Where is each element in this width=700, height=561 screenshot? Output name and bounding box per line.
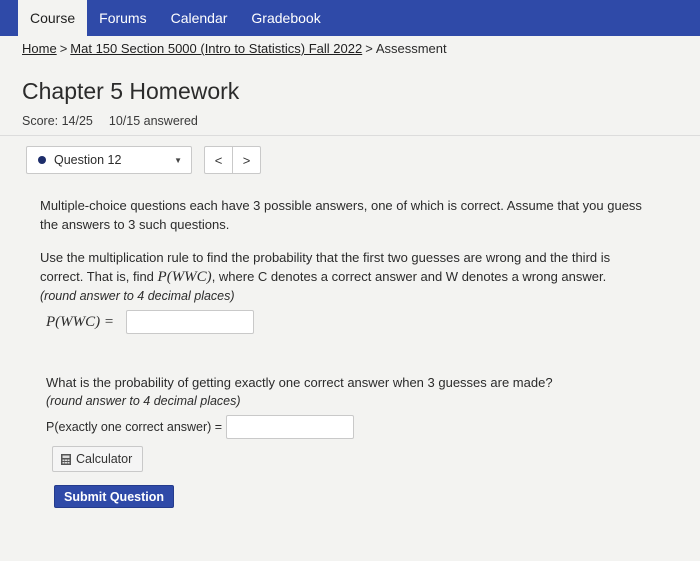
header-divider: [0, 135, 700, 136]
part2-hint: (round answer to 4 decimal places): [46, 394, 241, 408]
breadcrumb: Home > Mat 150 Section 5000 (Intro to Stat…: [22, 41, 447, 56]
part2-text: What is the probability of getting exact…: [46, 375, 553, 390]
tab-course[interactable]: Course: [18, 0, 88, 36]
part1-answer-input[interactable]: [126, 310, 255, 334]
breadcrumb-current: Assessment: [375, 41, 447, 56]
question-part-2: What is the probability of getting exact…: [46, 373, 646, 439]
breadcrumb-home-link[interactable]: Home: [22, 41, 57, 56]
part2-label: P(exactly one correct answer) =: [46, 419, 223, 434]
next-question-button[interactable]: >: [232, 147, 260, 173]
submit-question-button[interactable]: Submit Question: [54, 485, 174, 508]
question-pager: < >: [204, 146, 261, 174]
tab-calendar[interactable]: Calendar: [159, 0, 240, 36]
breadcrumb-course-link[interactable]: Mat 150 Section 5000 (Intro to Statistic…: [70, 41, 362, 56]
question-body: Multiple-choice questions each have 3 po…: [40, 196, 650, 334]
answered-count: 10/15 answered: [108, 114, 198, 128]
part2-answer-input[interactable]: [226, 415, 355, 439]
previous-question-button[interactable]: <: [205, 147, 232, 173]
tab-forums[interactable]: Forums: [87, 0, 158, 36]
page-title: Chapter 5 Homework: [22, 78, 240, 104]
question-part-1: Use the multiplication rule to find the …: [40, 248, 650, 334]
calculator-button[interactable]: Calculator: [52, 446, 144, 472]
top-nav: Course Forums Calendar Gradebook: [0, 0, 700, 36]
caret-down-icon: ▼: [174, 155, 182, 165]
part1-text: Use the multiplication rule to find the …: [40, 248, 650, 287]
breadcrumb-separator: >: [59, 41, 68, 56]
question-status-dot-icon: [38, 156, 46, 164]
part1-math: P(WWC): [157, 269, 212, 285]
question-select-value: Question 12: [54, 153, 122, 167]
calculator-button-label: Calculator: [76, 452, 133, 466]
question-intro: Multiple-choice questions each have 3 po…: [40, 198, 642, 232]
breadcrumb-separator: >: [365, 41, 373, 56]
part1-hint: (round answer to 4 decimal places): [40, 289, 235, 303]
part1-suffix: , where C denotes a correct answer and W…: [211, 269, 607, 284]
calculator-icon: [61, 453, 71, 465]
question-select[interactable]: Question 12 ▼: [26, 146, 192, 174]
part1-answer-row: P(WWC) =: [40, 310, 650, 334]
part1-label: P(WWC) =: [46, 313, 115, 330]
score-line: Score: 14/25 10/15 answered: [22, 114, 198, 128]
tab-gradebook[interactable]: Gradebook: [239, 0, 332, 36]
part2-answer-row: P(exactly one correct answer) =: [46, 415, 646, 439]
score-text: Score: 14/25: [22, 114, 93, 128]
